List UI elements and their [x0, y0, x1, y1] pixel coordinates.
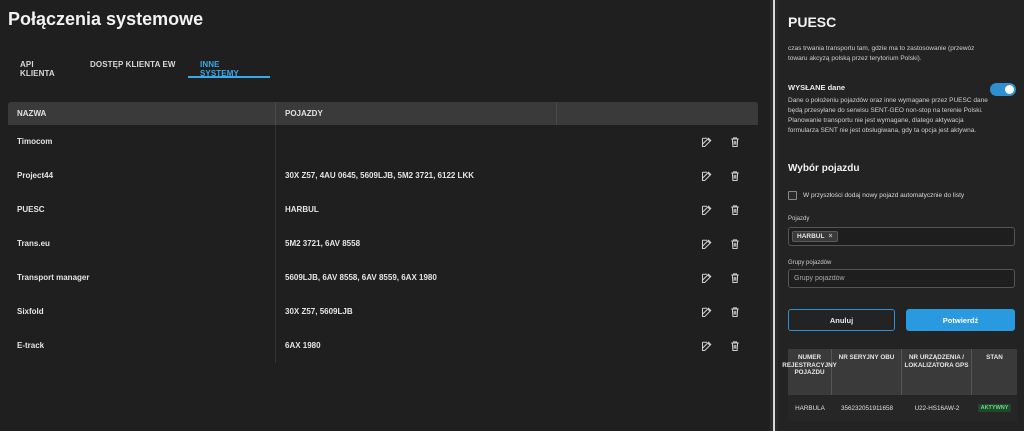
tab-api-klienta[interactable]: API KLIENTA: [8, 56, 78, 78]
row-actions: [557, 203, 758, 217]
system-name-cell: E-track: [8, 329, 276, 363]
system-name-cell: Trans.eu: [8, 227, 276, 261]
edit-icon[interactable]: [700, 203, 714, 217]
system-name-cell: PUESC: [8, 193, 276, 227]
row-actions: [557, 169, 758, 183]
table-row: E-track 6AX 1980: [8, 329, 758, 363]
vehicles-multiselect[interactable]: HARBUL ×: [788, 227, 1015, 246]
gps-device-cell: U22-HS16AW-2: [914, 404, 960, 412]
table-row: Transport manager 5609LJB, 6AV 8558, 6AV …: [8, 261, 758, 295]
edit-icon[interactable]: [700, 237, 714, 251]
divider-line: [773, 0, 775, 431]
row-actions: [557, 305, 758, 319]
page-title: Połączenia systemowe: [8, 9, 204, 29]
system-vehicles-cell: 5609LJB, 6AV 8558, 6AV 8559, 6AX 1980: [285, 273, 437, 282]
devices-table-header: NUMER REJESTRACYJNY POJAZDU NR SERYJNY O…: [782, 349, 1017, 395]
edit-icon[interactable]: [700, 271, 714, 285]
table-row: Timocom: [8, 125, 758, 159]
status-cell: AKTYWNY: [972, 404, 1017, 412]
panel-resize-handle[interactable]: [770, 0, 778, 431]
column-header-status: STAN: [986, 354, 1003, 361]
trash-icon[interactable]: [728, 305, 742, 319]
main-area: Połączenia systemowe API KLIENTA DOSTĘP …: [0, 0, 770, 431]
cancel-button[interactable]: Anuluj: [788, 309, 895, 331]
table-body: Timocom Project44 30X Z57, 4AU 0645, 5609L…: [8, 125, 758, 363]
tabs-bar: API KLIENTA DOSTĘP KLIENTA EW INNE SYSTE…: [8, 56, 270, 78]
row-actions: [557, 339, 758, 353]
row-actions: [557, 237, 758, 251]
systems-table: NAZWA POJAZDY Timocom Project44 30X Z57, 4…: [8, 102, 758, 363]
trash-icon[interactable]: [728, 237, 742, 251]
sent-data-label: WYSŁANE dane: [788, 83, 846, 92]
system-name-cell: Transport manager: [8, 261, 276, 295]
column-header-name[interactable]: NAZWA: [8, 102, 276, 125]
trash-icon[interactable]: [728, 203, 742, 217]
sent-data-toggle[interactable]: [990, 83, 1016, 96]
system-vehicles-cell: 30X Z57, 4AU 0645, 5609LJB, 5M2 3721, 61…: [285, 171, 474, 180]
obu-serial-cell: 356232051911658: [840, 404, 894, 412]
table-row: Trans.eu 5M2 3721, 6AV 8558: [8, 227, 758, 261]
table-row: PUESC HARBUL: [8, 193, 758, 227]
auto-add-checkbox[interactable]: [788, 191, 797, 200]
system-vehicles-cell: 5M2 3721, 6AV 8558: [285, 239, 361, 248]
status-badge: AKTYWNY: [977, 404, 1012, 412]
panel-title: PUESC: [788, 14, 837, 30]
table-row: Project44 30X Z57, 4AU 0645, 5609LJB, 5M2…: [8, 159, 758, 193]
trash-icon[interactable]: [728, 271, 742, 285]
confirm-button[interactable]: Potwierdź: [906, 309, 1015, 331]
edit-icon[interactable]: [700, 305, 714, 319]
tab-dostep-klienta-ew[interactable]: DOSTĘP KLIENTA EW: [78, 56, 188, 78]
row-actions: [557, 135, 758, 149]
column-header-registration: NUMER REJESTRACYJNY POJAZDU: [782, 349, 837, 395]
system-name-cell: Sixfold: [8, 295, 276, 329]
trash-icon[interactable]: [728, 135, 742, 149]
vehicles-field-label: Pojazdy: [788, 216, 810, 222]
sent-data-description: Dane o położeniu pojazdów oraz inne wyma…: [788, 97, 988, 134]
auto-add-row: W przyszłości dodaj nowy pojazd automaty…: [788, 191, 964, 200]
system-vehicles-cell: HARBUL: [285, 205, 319, 214]
tab-inne-systemy[interactable]: INNE SYSTEMY: [188, 56, 270, 78]
edit-icon[interactable]: [700, 135, 714, 149]
system-vehicles-cell: 30X Z57, 5609LJB: [285, 307, 353, 316]
column-header-gps-device: NR URZĄDZENIA / LOKALIZATORA GPS: [902, 349, 972, 395]
puesc-side-panel: PUESC czas trwania transportu tam, gdzie…: [778, 0, 1024, 431]
chip-remove-icon[interactable]: ×: [828, 233, 832, 240]
edit-icon[interactable]: [700, 169, 714, 183]
table-row: Sixfold 30X Z57, 5609LJB: [8, 295, 758, 329]
column-header-vehicles[interactable]: POJAZDY: [276, 102, 557, 125]
registration-cell: HARBULA: [795, 404, 825, 412]
trash-icon[interactable]: [728, 169, 742, 183]
vehicle-devices-table: NUMER REJESTRACYJNY POJAZDU NR SERYJNY O…: [782, 349, 1017, 421]
edit-icon[interactable]: [700, 339, 714, 353]
toggle-knob: [1005, 85, 1014, 94]
auto-add-label: W przyszłości dodaj nowy pojazd automaty…: [803, 192, 965, 199]
vehicle-chip: HARBUL ×: [792, 231, 838, 242]
table-row: HARBULA 356232051911658 U22-HS16AW-2 AKT…: [788, 395, 1017, 421]
system-vehicles-cell: 6AX 1980: [285, 341, 321, 350]
column-header-obu-serial: NR SERYJNY OBU: [832, 349, 902, 395]
app-root: Połączenia systemowe API KLIENTA DOSTĘP …: [0, 0, 1024, 431]
groups-field-label: Grupy pojazdów: [788, 260, 832, 266]
trash-icon[interactable]: [728, 339, 742, 353]
system-name-cell: Project44: [8, 159, 276, 193]
row-actions: [557, 271, 758, 285]
panel-intro-text: czas trwania transportu tam, gdzie ma to…: [788, 45, 975, 62]
vehicle-chip-label: HARBUL: [797, 233, 825, 240]
vehicle-selection-title: Wybór pojazdu: [788, 163, 860, 174]
system-vehicles-cell: [276, 125, 557, 159]
table-header: NAZWA POJAZDY: [8, 102, 758, 125]
vehicle-groups-input[interactable]: [788, 269, 1015, 288]
system-name-cell: Timocom: [8, 125, 276, 159]
